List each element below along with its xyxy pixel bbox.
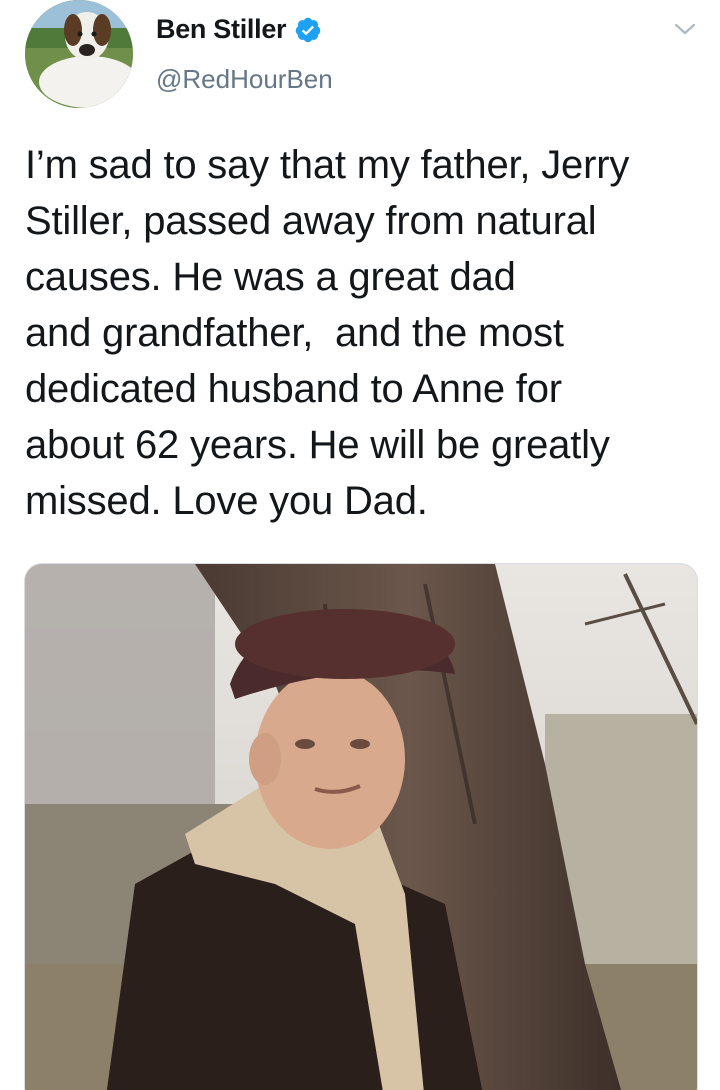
tweet-photo[interactable] xyxy=(24,563,698,1090)
tweet-text-line: about 62 years. He will be greatly xyxy=(25,423,610,467)
user-handle[interactable]: @RedHourBen xyxy=(156,64,333,95)
tweet-text-line: missed. Love you Dad. xyxy=(25,479,428,523)
display-name[interactable]: Ben Stiller xyxy=(156,14,287,45)
author-name-row: Ben Stiller xyxy=(156,14,322,45)
tweet-text-line: dedicated husband to Anne for xyxy=(25,367,562,411)
tweet-card: Ben Stiller @RedHourBen I’m sad to say t… xyxy=(0,0,720,1090)
tweet-text-line: and grandfather, and the most xyxy=(25,311,564,355)
tweet-text: I’m sad to say that my father, Jerry Sti… xyxy=(25,137,705,529)
tweet-text-line: Stiller, passed away from natural xyxy=(25,199,597,243)
tweet-text-line: causes. He was a great dad xyxy=(25,255,516,299)
chevron-down-icon[interactable] xyxy=(672,20,698,38)
photo-man-by-tree xyxy=(25,564,697,1090)
tweet-text-line: I’m sad to say that my father, Jerry xyxy=(25,143,630,187)
avatar-dog-image xyxy=(25,0,133,108)
avatar[interactable] xyxy=(25,0,133,108)
verified-badge-icon xyxy=(294,16,322,44)
